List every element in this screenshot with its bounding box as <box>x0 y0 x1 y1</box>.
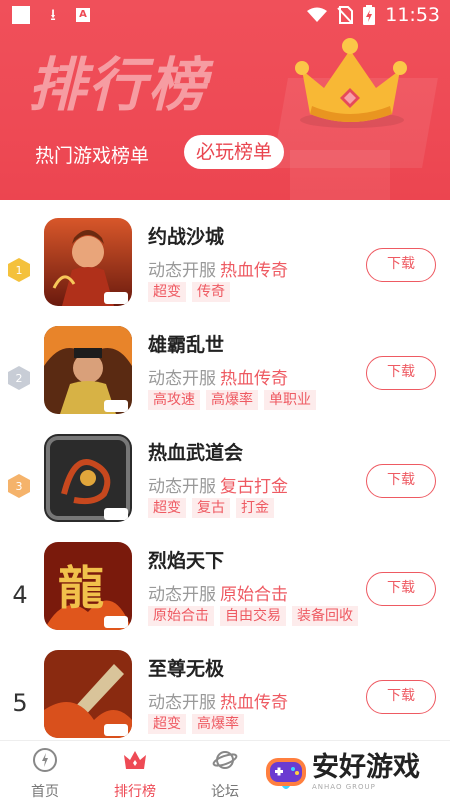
download-button[interactable]: 下载 <box>366 572 436 606</box>
download-button[interactable]: 下载 <box>366 248 436 282</box>
no-sim-icon <box>337 6 354 24</box>
page-title: 排行榜 <box>28 51 209 119</box>
game-icon[interactable] <box>44 650 132 738</box>
svg-text:龍: 龍 <box>58 561 104 615</box>
tag: 高爆率 <box>192 714 244 734</box>
decorative-box <box>290 150 390 200</box>
game-icon[interactable]: 龍 <box>44 542 132 630</box>
tab-must-play[interactable]: 必玩榜单 <box>184 135 285 169</box>
tag: 传奇 <box>192 282 230 302</box>
server-mode: 动态开服 <box>148 585 216 605</box>
rank-badge: 5 <box>8 690 32 716</box>
crown-icon <box>295 38 407 128</box>
rank-badge: 4 <box>8 582 32 608</box>
silver-medal-icon: 2 <box>8 366 30 390</box>
tag-list: 超变 高爆率 <box>148 714 244 734</box>
game-name: 热血武道会 <box>148 442 244 464</box>
nav-ranking[interactable]: 排行榜 <box>100 747 170 800</box>
rank-badge: 3 <box>8 474 32 500</box>
tag: 高攻速 <box>148 390 200 410</box>
rank-number: 5 <box>12 689 28 717</box>
nav-home-label: 首页 <box>31 784 59 800</box>
list-item[interactable]: 4 龍 烈焰天下 动态开服 原始合击 原始合击 自由交易 装备回收 下载 <box>0 542 450 642</box>
tag: 超变 <box>148 282 186 302</box>
gamepad-logo-icon <box>266 758 306 789</box>
game-meta: 动态开服 热血传奇 <box>148 364 288 389</box>
rank-badge: 1 <box>8 258 32 284</box>
download-button[interactable]: 下载 <box>366 680 436 714</box>
tab-hot-games[interactable]: 热门游戏榜单 <box>35 141 149 168</box>
tag-list: 超变 传奇 <box>148 282 230 302</box>
server-mode: 动态开服 <box>148 477 216 497</box>
watermark-title: 安好游戏 <box>312 752 420 783</box>
list-item[interactable]: 2 雄霸乱世 动态开服 热血传奇 高攻速 高爆率 单职业 下载 <box>0 326 450 426</box>
status-bar: ⭳ A 11:53 <box>0 0 450 32</box>
list-item[interactable]: 5 至尊无极 动态开服 热血传奇 超变 高爆率 下载 <box>0 650 450 750</box>
game-ranking-list: 1 约战沙城 动态开服 热血传奇 超变 传奇 下载 2 雄霸乱世 动态开服 热血… <box>0 200 450 740</box>
tag: 自由交易 <box>220 606 286 626</box>
nav-ranking-label: 排行榜 <box>114 784 156 800</box>
game-genre: 热血传奇 <box>220 369 288 389</box>
home-icon <box>33 748 57 772</box>
game-genre: 原始合击 <box>220 585 288 605</box>
game-meta: 动态开服 复古打金 <box>148 472 288 497</box>
game-name: 至尊无极 <box>148 658 225 680</box>
server-mode: 动态开服 <box>148 369 216 389</box>
server-mode: 动态开服 <box>148 261 216 281</box>
tag-list: 高攻速 高爆率 单职业 <box>148 390 316 410</box>
game-genre: 热血传奇 <box>220 693 288 713</box>
tag-list: 超变 复古 打金 <box>148 498 274 518</box>
planet-icon <box>212 751 238 769</box>
server-mode: 动态开服 <box>148 693 216 713</box>
clock-time: 11:53 <box>385 4 440 26</box>
game-name: 雄霸乱世 <box>148 334 225 356</box>
download-status-icon: ⭳ <box>50 5 56 24</box>
game-icon[interactable] <box>44 326 132 414</box>
wifi-icon <box>307 7 328 22</box>
tag-list: 原始合击 自由交易 装备回收 <box>148 606 358 626</box>
game-genre: 热血传奇 <box>220 261 288 281</box>
notification-square-icon <box>12 6 30 24</box>
crown-icon <box>124 751 146 769</box>
nav-forum-label: 论坛 <box>211 784 239 800</box>
battery-icon <box>363 5 376 25</box>
game-meta: 动态开服 热血传奇 <box>148 688 288 713</box>
game-meta: 动态开服 原始合击 <box>148 580 288 605</box>
game-genre: 复古打金 <box>220 477 288 497</box>
bronze-medal-icon: 3 <box>8 474 30 498</box>
tag: 打金 <box>236 498 274 518</box>
download-button[interactable]: 下载 <box>366 356 436 390</box>
rank-badge: 2 <box>8 366 32 392</box>
list-item[interactable]: 3 热血武道会 动态开服 复古打金 超变 复古 打金 下载 <box>0 434 450 534</box>
tag: 复古 <box>192 498 230 518</box>
game-name: 约战沙城 <box>148 226 225 248</box>
gold-medal-icon: 1 <box>8 258 30 282</box>
nav-home[interactable]: 首页 <box>10 747 80 800</box>
header-banner: ⭳ A 11:53 排行榜 热门游戏榜单 必玩榜单 <box>0 0 450 200</box>
game-icon[interactable] <box>44 434 132 522</box>
tag: 原始合击 <box>148 606 214 626</box>
app-notification-icon: A <box>76 8 90 22</box>
download-button[interactable]: 下载 <box>366 464 436 498</box>
tag: 高爆率 <box>206 390 258 410</box>
game-name: 烈焰天下 <box>148 550 225 572</box>
watermark-subtitle: ANHAO GROUP <box>312 783 376 791</box>
game-icon[interactable] <box>44 218 132 306</box>
tag: 装备回收 <box>292 606 358 626</box>
list-item[interactable]: 1 约战沙城 动态开服 热血传奇 超变 传奇 下载 <box>0 218 450 318</box>
watermark: 安好游戏 ANHAO GROUP <box>264 746 446 798</box>
tag: 超变 <box>148 498 186 518</box>
rank-number: 4 <box>12 581 28 609</box>
tag: 单职业 <box>264 390 316 410</box>
game-meta: 动态开服 热血传奇 <box>148 256 288 281</box>
tag: 超变 <box>148 714 186 734</box>
nav-forum[interactable]: 论坛 <box>190 747 260 800</box>
